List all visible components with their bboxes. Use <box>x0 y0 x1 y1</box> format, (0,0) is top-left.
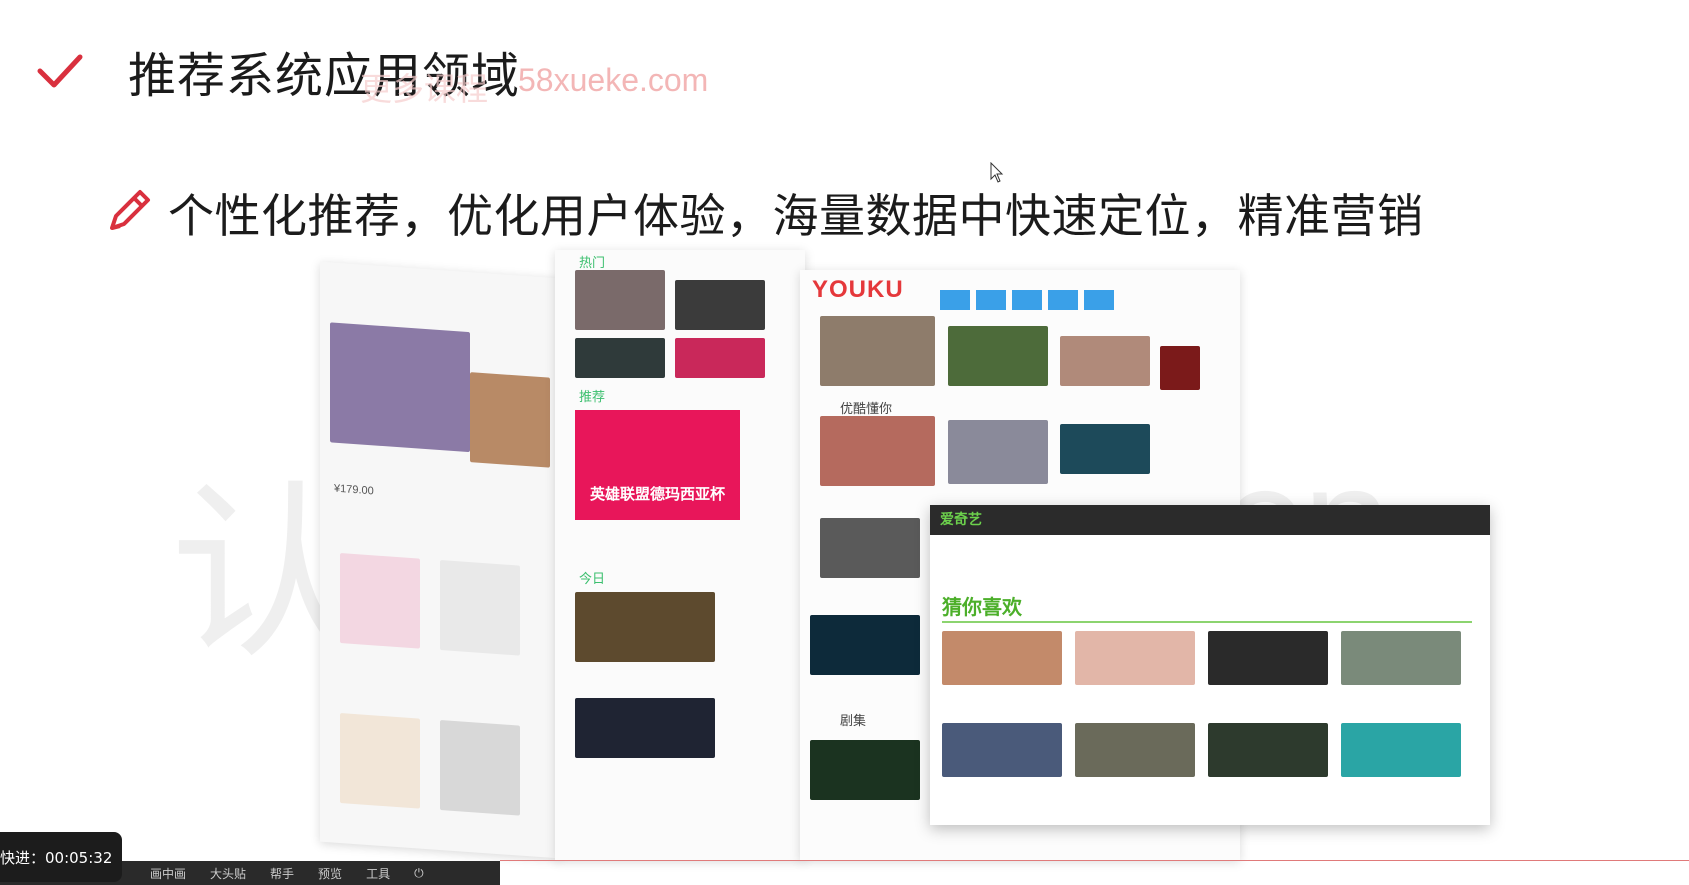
video-thumbnail <box>942 723 1062 777</box>
tab[interactable] <box>976 290 1006 310</box>
bed-image <box>330 322 470 453</box>
bullet-row: 个性化推荐，优化用户体验，海量数据中快速定位，精准营销 <box>104 180 1424 246</box>
video-thumbnail <box>820 316 935 386</box>
video-thumbnail <box>1341 723 1461 777</box>
video-thumbnail <box>575 698 715 758</box>
power-icon[interactable]: ⏻ <box>414 866 424 881</box>
video-thumbnail <box>948 420 1048 484</box>
toolbar-item-pip[interactable]: 画中画 <box>150 865 186 882</box>
video-thumbnail <box>675 338 765 378</box>
youku-tabs <box>940 290 1114 310</box>
toolbar-item-preview[interactable]: 预览 <box>318 865 342 882</box>
video-thumbnail <box>1341 631 1461 685</box>
video-thumbnail <box>675 280 765 330</box>
video-thumbnail <box>575 592 715 662</box>
video-feed-panel: 热门 推荐 英雄联盟德玛西亚杯 今日 <box>555 250 805 860</box>
video-thumbnail <box>820 518 920 578</box>
video-thumbnail <box>575 338 665 378</box>
youku-logo: YOUKU <box>812 276 904 303</box>
video-thumbnail <box>1075 723 1195 777</box>
tab[interactable] <box>1012 290 1042 310</box>
product-image <box>340 553 420 649</box>
pencil-icon <box>104 186 154 240</box>
toolbar-item-tools[interactable]: 工具 <box>366 865 390 882</box>
video-thumbnail <box>948 326 1048 386</box>
youlike-section-label: 优酷懂你 <box>840 402 893 417</box>
site-watermark: 58xueke.com <box>518 62 709 98</box>
checkmark-icon <box>36 51 84 91</box>
video-thumbnail <box>1060 336 1150 386</box>
promo-banner-text: 英雄联盟德玛西亚杯 <box>589 485 725 503</box>
tab[interactable] <box>940 290 970 310</box>
hot-section-label: 热门 <box>579 256 606 271</box>
mouse-cursor-icon <box>990 161 1004 188</box>
product-image <box>340 713 420 809</box>
slide-bottom-rule <box>500 860 1689 861</box>
section-divider <box>942 621 1472 623</box>
guess-you-like-label: 猜你喜欢 <box>942 595 1022 619</box>
today-section-label: 今日 <box>579 572 606 587</box>
product-image <box>440 560 520 656</box>
iqiyi-logo: 爱奇艺 <box>940 511 982 527</box>
iqiyi-panel: 爱奇艺 猜你喜欢 <box>930 505 1490 825</box>
video-thumbnail <box>810 615 920 675</box>
video-thumbnail <box>1060 424 1150 474</box>
shop-panel: ¥179.00 <box>320 261 560 859</box>
recommend-section-label: 推荐 <box>579 390 606 405</box>
toolbar-item-sticker[interactable]: 大头贴 <box>210 865 246 882</box>
drama-section-label: 剧集 <box>840 714 867 729</box>
video-thumbnail <box>810 740 920 800</box>
video-thumbnail <box>1160 346 1200 390</box>
video-thumbnail <box>942 631 1062 685</box>
app-screenshots-collage: ¥179.00 热门 推荐 英雄联盟德玛西亚杯 今日 YOUKU 优酷懂你 剧集… <box>310 250 1510 870</box>
seek-osd: 快进：00:05:32 <box>0 832 122 882</box>
bullet-text: 个性化推荐，优化用户体验，海量数据中快速定位，精准营销 <box>168 189 1424 243</box>
video-thumbnail <box>575 270 665 330</box>
iqiyi-header: 爱奇艺 <box>930 505 1490 535</box>
promo-banner: 英雄联盟德玛西亚杯 <box>575 410 740 520</box>
tab[interactable] <box>1048 290 1078 310</box>
price-text: ¥179.00 <box>334 482 374 498</box>
video-thumbnail <box>1075 631 1195 685</box>
tab[interactable] <box>1084 290 1114 310</box>
video-thumbnail <box>1208 631 1328 685</box>
video-thumbnail <box>820 416 935 486</box>
seek-osd-text: 快进：00:05:32 <box>0 848 113 867</box>
video-thumbnail <box>1208 723 1328 777</box>
furniture-image <box>470 372 550 468</box>
site-watermark-faint: 更多课程 <box>360 70 489 108</box>
product-image <box>440 720 520 816</box>
toolbar-item-helper[interactable]: 帮手 <box>270 865 294 882</box>
